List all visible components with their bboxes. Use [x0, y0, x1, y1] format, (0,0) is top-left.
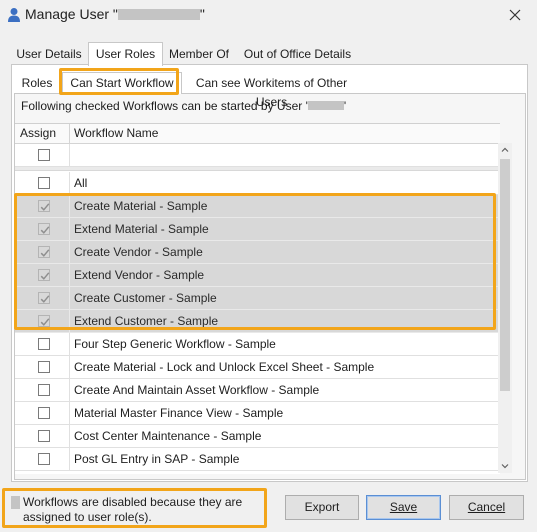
info-text: Following checked Workflows can be start…	[21, 99, 347, 113]
scroll-up-button[interactable]	[498, 143, 512, 157]
assign-checkbox	[38, 292, 50, 304]
scroll-down-button[interactable]	[498, 459, 512, 473]
table-row: Create Customer - Sample	[15, 287, 500, 310]
checkmark-icon	[40, 318, 50, 326]
assign-checkbox[interactable]	[38, 361, 50, 373]
table-row: Extend Material - Sample	[15, 218, 500, 241]
checkmark-icon	[40, 295, 50, 303]
workflow-name-cell: Material Master Finance View - Sample	[74, 406, 284, 420]
workflow-grid: Assign Workflow Name All Create Material …	[15, 123, 500, 474]
tab-user-details[interactable]: User Details	[11, 44, 87, 65]
table-row[interactable]: Four Step Generic Workflow - Sample	[15, 333, 500, 356]
workflow-name-cell: Extend Customer - Sample	[74, 314, 219, 328]
workflow-name-cell: Four Step Generic Workflow - Sample	[74, 337, 276, 351]
workflow-name-cell: Create And Maintain Asset Workflow - Sam…	[74, 383, 320, 397]
tab-member-of[interactable]: Member Of	[164, 44, 234, 65]
table-row[interactable]: Cost Center Maintenance - Sample	[15, 425, 500, 448]
workflow-name-cell: Cost Center Maintenance - Sample	[74, 429, 262, 443]
redacted-username	[307, 101, 344, 110]
table-row: Extend Vendor - Sample	[15, 264, 500, 287]
vertical-scrollbar[interactable]	[498, 143, 512, 473]
workflow-name-cell: Post GL Entry in SAP - Sample	[74, 452, 240, 466]
table-row[interactable]: All	[15, 172, 500, 195]
title-bar: Manage User " "	[0, 0, 537, 30]
legend-text: Workflows are disabled because they are …	[23, 495, 243, 524]
workflow-name-cell: Create Material - Sample	[74, 199, 208, 213]
assign-checkbox	[38, 200, 50, 212]
assign-checkbox[interactable]	[38, 177, 50, 189]
workflow-name-cell: Create Material - Lock and Unlock Excel …	[74, 360, 375, 374]
close-button[interactable]	[505, 5, 525, 25]
column-header-workflow-name[interactable]: Workflow Name	[70, 124, 158, 144]
tab-user-roles[interactable]: User Roles	[88, 42, 163, 66]
manage-user-dialog: Manage User " " User Details User Roles M…	[0, 0, 537, 532]
assign-checkbox	[38, 223, 50, 235]
workflow-name-cell: Extend Material - Sample	[74, 222, 209, 236]
tab-roles[interactable]: Roles	[14, 74, 60, 93]
cancel-button[interactable]: Cancel	[449, 495, 524, 520]
assign-checkbox[interactable]	[38, 430, 50, 442]
disabled-legend-swatch	[11, 496, 20, 509]
assign-checkbox	[38, 269, 50, 281]
workflow-name-cell: All	[74, 176, 88, 190]
table-row: Extend Customer - Sample	[15, 310, 500, 333]
table-row: Create Vendor - Sample	[15, 241, 500, 264]
assign-checkbox[interactable]	[38, 453, 50, 465]
table-row: Create Material - Sample	[15, 195, 500, 218]
checkmark-icon	[40, 272, 50, 280]
workflow-name-cell: Extend Vendor - Sample	[74, 268, 205, 282]
filter-row	[15, 144, 500, 167]
checkmark-icon	[40, 249, 50, 257]
grid-header: Assign Workflow Name	[15, 124, 500, 144]
workflow-name-cell: Create Vendor - Sample	[74, 245, 203, 259]
table-row[interactable]: Material Master Finance View - Sample	[15, 402, 500, 425]
checkmark-icon	[40, 226, 50, 234]
close-icon	[509, 9, 521, 21]
main-tabs: User Details User Roles Member Of Out of…	[11, 42, 531, 66]
assign-checkbox[interactable]	[38, 338, 50, 350]
save-button-label: Save	[389, 500, 418, 514]
redacted-username	[117, 9, 200, 20]
column-header-assign[interactable]: Assign	[15, 124, 70, 144]
role-subtabs: Roles Can Start Workflow Can see Workite…	[14, 72, 524, 109]
assign-checkbox	[38, 315, 50, 327]
assign-checkbox[interactable]	[38, 407, 50, 419]
assign-checkbox[interactable]	[38, 384, 50, 396]
tab-can-start-workflow[interactable]: Can Start Workflow	[62, 72, 182, 94]
save-button[interactable]: Save	[366, 495, 441, 520]
table-row[interactable]: Create Material - Lock and Unlock Excel …	[15, 356, 500, 379]
cancel-button-label: Cancel	[467, 500, 506, 514]
filter-checkbox[interactable]	[38, 149, 50, 161]
user-icon	[7, 7, 21, 23]
window-title: Manage User " "	[25, 6, 205, 22]
checkmark-icon	[40, 203, 50, 211]
chevron-down-icon	[501, 464, 509, 469]
scrollbar-thumb[interactable]	[500, 159, 510, 391]
tab-can-see-workitems[interactable]: Can see Workitems of Other Users	[184, 74, 359, 109]
tab-out-of-office-details[interactable]: Out of Office Details	[239, 44, 356, 65]
table-row[interactable]: Create And Maintain Asset Workflow - Sam…	[15, 379, 500, 402]
chevron-up-icon	[501, 147, 509, 152]
assign-checkbox	[38, 246, 50, 258]
workflow-name-cell: Create Customer - Sample	[74, 291, 217, 305]
filter-separator	[15, 167, 500, 171]
export-button[interactable]: Export	[285, 495, 359, 520]
table-row[interactable]: Post GL Entry in SAP - Sample	[15, 448, 500, 471]
